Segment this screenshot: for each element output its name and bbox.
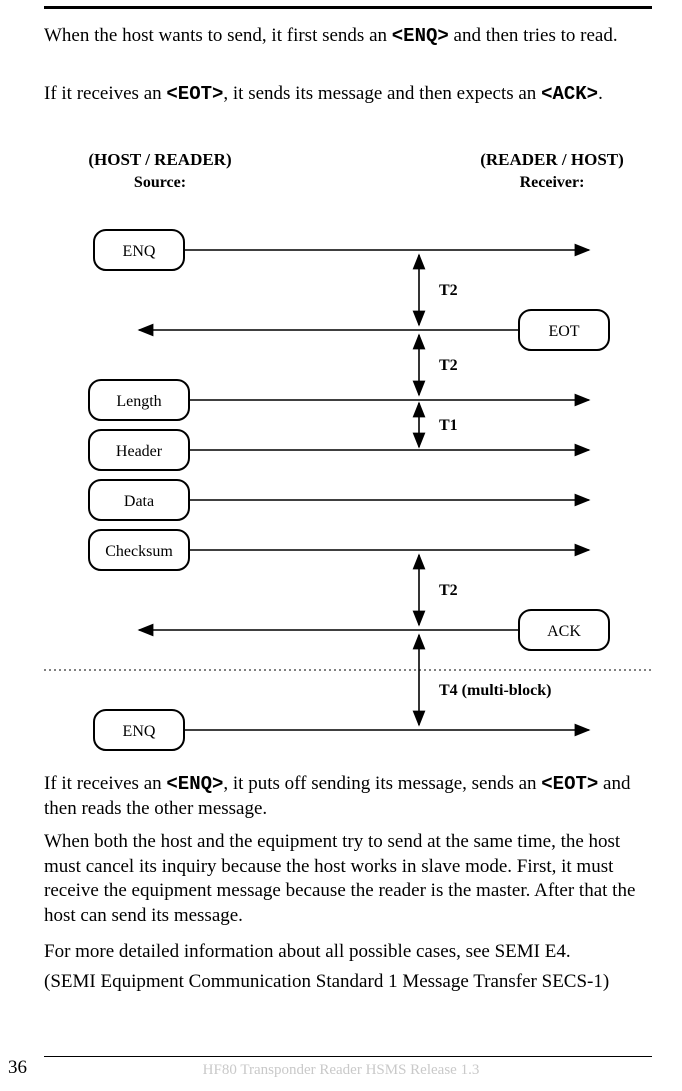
t4-label: T4 (multi-block) <box>439 682 551 699</box>
code-enq2: <ENQ> <box>166 773 223 795</box>
ack-box: ACK <box>547 623 581 640</box>
code-enq: <ENQ> <box>392 25 449 47</box>
text: and then tries to read. <box>449 25 618 46</box>
code-eot2: <EOT> <box>541 773 598 795</box>
sequence-diagram: ENQ T2 EOT T2 Length T1 Header <box>44 200 652 770</box>
source-header: (HOST / READER) <box>50 150 270 170</box>
t2-label-3: T2 <box>439 582 458 599</box>
top-rule <box>44 6 652 9</box>
text: If it receives an <box>44 773 166 794</box>
checksum-box: Checksum <box>105 543 173 560</box>
code-eot: <EOT> <box>166 83 223 105</box>
length-box: Length <box>116 393 161 410</box>
text: , it sends its message and then expects … <box>223 83 541 104</box>
text: If it receives an <box>44 83 166 104</box>
paragraph-2: If it receives an <EOT>, it sends its me… <box>44 82 652 107</box>
receiver-header: (READER / HOST) <box>452 150 652 170</box>
data-box: Data <box>124 493 154 510</box>
t2-label-1: T2 <box>439 282 458 299</box>
receiver-sub: Receiver: <box>452 174 652 192</box>
paragraph-3: If it receives an <ENQ>, it puts off sen… <box>44 772 652 821</box>
paragraph-5: For more detailed information about all … <box>44 940 652 965</box>
eot-box: EOT <box>548 323 579 340</box>
paragraph-1: When the host wants to send, it first se… <box>44 24 652 49</box>
text: When the host wants to send, it first se… <box>44 25 392 46</box>
code-ack: <ACK> <box>541 83 598 105</box>
footer-rule <box>44 1056 652 1057</box>
header-box: Header <box>116 443 163 460</box>
enq-box-2: ENQ <box>123 723 156 740</box>
enq-box-1: ENQ <box>123 243 156 260</box>
t1-label: T1 <box>439 417 458 434</box>
text: . <box>598 83 603 104</box>
paragraph-4: When both the host and the equipment try… <box>44 830 652 929</box>
paragraph-6: (SEMI Equipment Communication Standard 1… <box>44 970 652 995</box>
footer-text: HF80 Transponder Reader HSMS Release 1.3 <box>0 1062 682 1079</box>
text: , it puts off sending its message, sends… <box>223 773 541 794</box>
source-sub: Source: <box>50 174 270 192</box>
t2-label-2: T2 <box>439 357 458 374</box>
